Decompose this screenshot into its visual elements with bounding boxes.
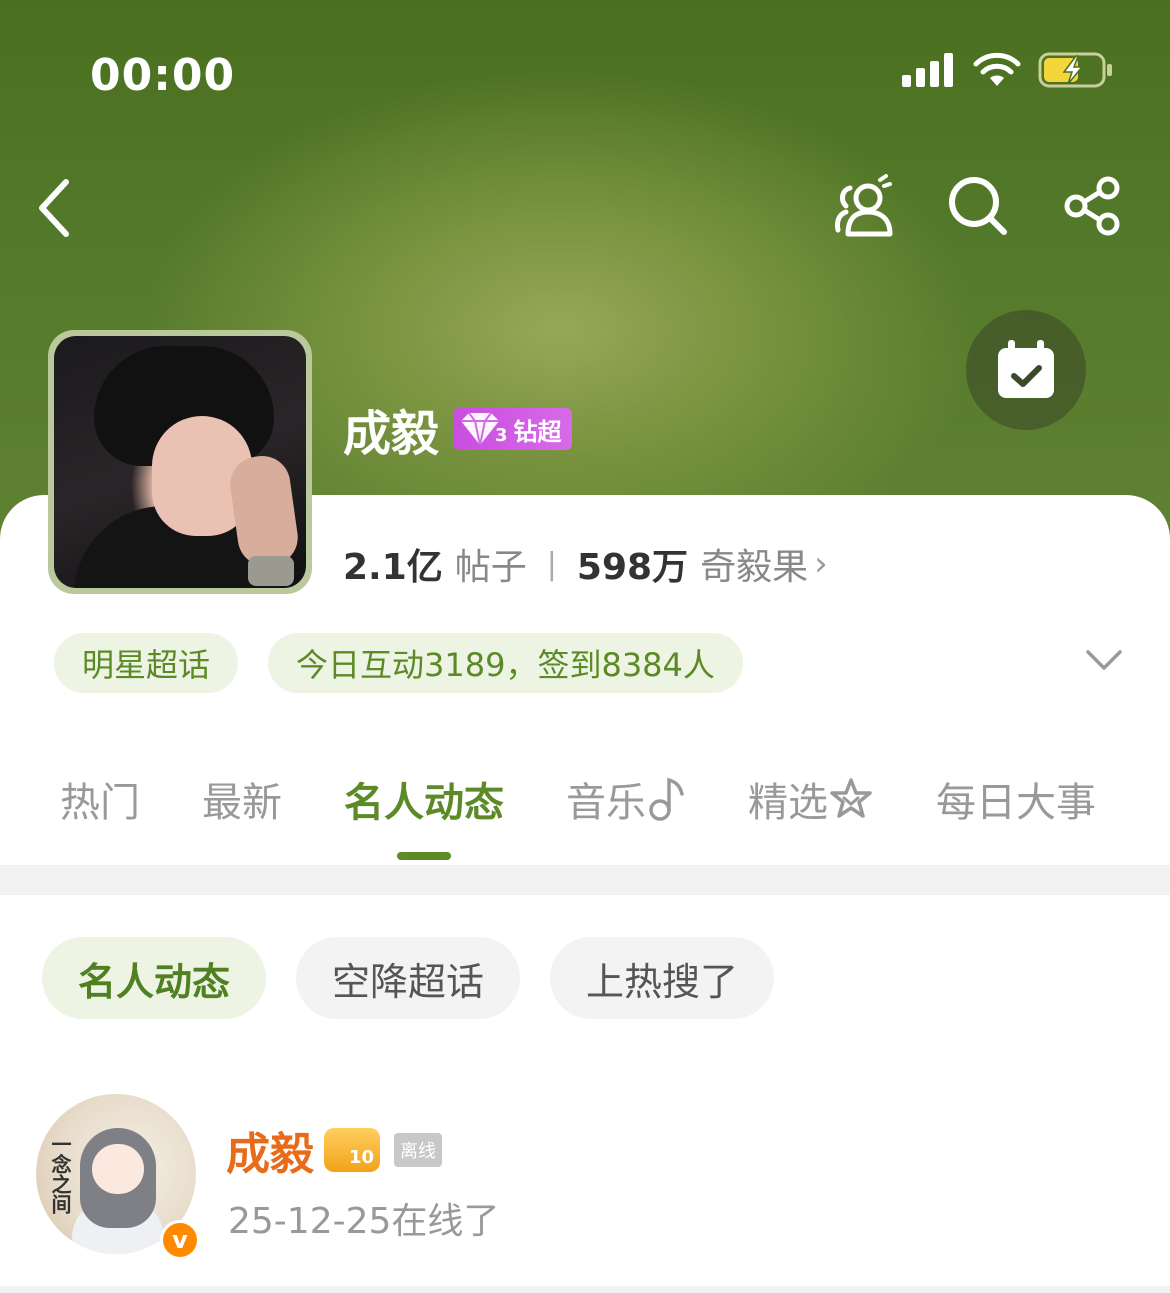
tab-bar: 热门 最新 名人动态 音乐 精选 每日大事 bbox=[60, 770, 1158, 828]
tab-music-label: 音乐 bbox=[566, 780, 646, 826]
filter-celebrity-news[interactable]: 名人动态 bbox=[42, 937, 267, 1019]
bottom-divider bbox=[0, 1286, 1170, 1293]
checkin-button[interactable] bbox=[966, 310, 1086, 430]
back-icon bbox=[39, 179, 69, 237]
members-button[interactable] bbox=[826, 168, 898, 244]
topic-avatar[interactable] bbox=[48, 330, 312, 594]
chevron-down-icon bbox=[1086, 650, 1122, 670]
status-time: 00:00 bbox=[90, 50, 236, 101]
posts-count: 2.1亿 bbox=[343, 547, 443, 588]
topic-stats[interactable]: 2.1亿 帖子 | 598万 奇毅果 › bbox=[343, 538, 828, 590]
diamond-level: 3 bbox=[495, 424, 508, 446]
activity-tag[interactable]: 今日互动3189，签到8384人 bbox=[268, 633, 743, 693]
diamond-label: 钻超 bbox=[513, 417, 562, 446]
search-icon bbox=[949, 177, 1007, 235]
header-actions bbox=[826, 168, 1130, 244]
share-button[interactable] bbox=[1058, 168, 1130, 244]
topic-title: 成毅 3 钻超 bbox=[343, 394, 572, 464]
post-author: 成毅 10 离线 bbox=[226, 1118, 442, 1182]
search-button[interactable] bbox=[942, 168, 1014, 244]
people-icon bbox=[835, 174, 893, 237]
wifi-icon bbox=[973, 52, 1021, 86]
section-divider bbox=[0, 865, 1170, 895]
post-author-name[interactable]: 成毅 bbox=[226, 1118, 314, 1182]
diamond-badge[interactable]: 3 钻超 bbox=[453, 408, 572, 450]
star-icon bbox=[830, 778, 872, 818]
share-icon bbox=[1064, 176, 1120, 236]
back-button[interactable] bbox=[28, 172, 88, 242]
signal-icon bbox=[902, 53, 953, 87]
tab-featured[interactable]: 精选 bbox=[748, 770, 874, 828]
verified-badge: v bbox=[160, 1220, 200, 1260]
topic-tags: 明星超话 今日互动3189，签到8384人 bbox=[54, 633, 743, 693]
battery-icon bbox=[1038, 52, 1112, 88]
posts-label: 帖子 bbox=[454, 547, 527, 588]
tab-celebrity-news[interactable]: 名人动态 bbox=[344, 770, 504, 828]
filter-airdrop[interactable]: 空降超话 bbox=[296, 937, 521, 1019]
tab-daily-events[interactable]: 每日大事 bbox=[936, 770, 1096, 828]
tab-latest[interactable]: 最新 bbox=[202, 770, 282, 828]
filter-chips: 名人动态 空降超话 上热搜了 bbox=[42, 937, 775, 1019]
calendar-check-icon bbox=[998, 340, 1054, 398]
tab-music[interactable]: 音乐 bbox=[566, 770, 686, 828]
tab-featured-label: 精选 bbox=[748, 780, 828, 826]
music-note-icon bbox=[649, 777, 684, 821]
chevron-right-icon: › bbox=[814, 544, 828, 584]
avatar-caption: 一念之间 bbox=[48, 1134, 72, 1214]
offline-status: 离线 bbox=[394, 1133, 442, 1167]
topic-name: 成毅 bbox=[343, 406, 440, 462]
fans-count: 598万 bbox=[576, 547, 689, 588]
tab-hot[interactable]: 热门 bbox=[60, 770, 140, 828]
level-badge: 10 bbox=[324, 1128, 380, 1172]
stats-separator: | bbox=[546, 546, 557, 582]
filter-trending[interactable]: 上热搜了 bbox=[550, 937, 775, 1019]
expand-button[interactable] bbox=[1084, 646, 1124, 680]
fans-label: 奇毅果 bbox=[700, 547, 809, 588]
post-time: 25-12-25在线了 bbox=[228, 1201, 500, 1242]
category-tag[interactable]: 明星超话 bbox=[54, 633, 239, 693]
status-icons bbox=[902, 52, 1114, 88]
topic-avatar-image bbox=[54, 336, 306, 588]
